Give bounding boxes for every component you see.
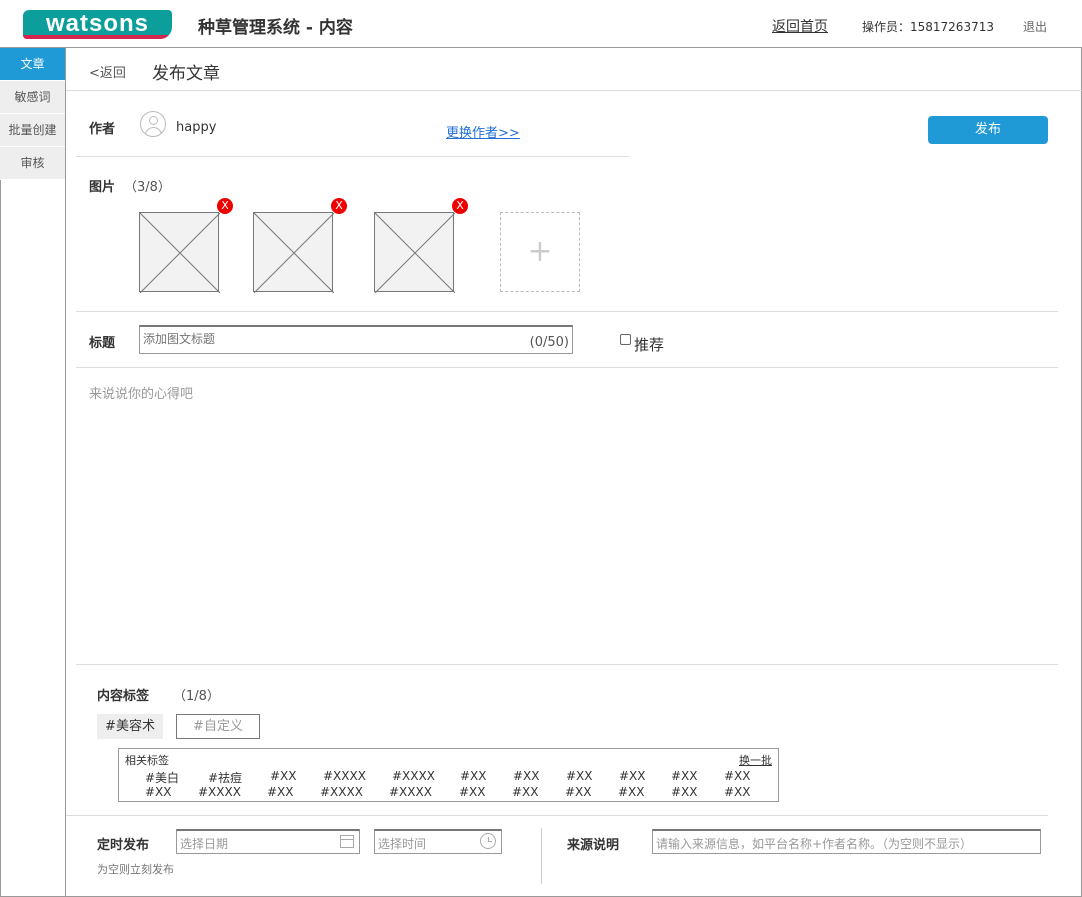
related-tag[interactable]: #XX [267, 785, 294, 799]
related-tag[interactable]: #XXXX [320, 785, 363, 799]
related-tag[interactable]: #XX [512, 785, 539, 799]
related-tag[interactable]: #XXXX [198, 785, 241, 799]
sidebar-item-batch-create[interactable]: 批量创建 [0, 114, 65, 147]
image-placeholder-icon [254, 213, 334, 293]
page-title: 发布文章 [152, 64, 220, 84]
related-tag[interactable]: #祛痘 [208, 769, 242, 786]
related-tag[interactable]: #XX [671, 785, 698, 799]
sidebar-item-sensitive-words[interactable]: 敏感词 [0, 81, 65, 114]
plus-icon: + [527, 234, 553, 269]
image-thumbnail[interactable] [374, 212, 455, 293]
user-avatar-icon [140, 111, 166, 137]
images-label: 图片 [89, 180, 116, 195]
related-tag[interactable]: #XXXX [389, 785, 432, 799]
title-field[interactable]: (0/50) [139, 325, 573, 354]
related-tag[interactable]: #XX [618, 785, 645, 799]
time-picker[interactable]: 选择时间 [374, 829, 502, 854]
related-tag[interactable]: #XX [565, 785, 592, 799]
image-thumbnail[interactable] [253, 212, 334, 293]
related-tag[interactable]: #XX [724, 785, 751, 799]
title-char-counter: (0/50) [529, 335, 569, 350]
remove-image-icon[interactable]: X [331, 198, 347, 214]
related-tag[interactable]: #XXXX [392, 769, 435, 783]
clock-icon[interactable] [480, 833, 496, 849]
divider [66, 815, 1048, 816]
calendar-icon[interactable] [340, 835, 354, 848]
related-tag[interactable]: #XX [513, 769, 540, 783]
related-tag[interactable]: #XX [619, 769, 646, 783]
image-placeholder-icon [140, 213, 220, 293]
sidebar-item-articles[interactable]: 文章 [0, 48, 65, 81]
related-tag[interactable]: #XXXX [323, 769, 366, 783]
schedule-label: 定时发布 [97, 838, 150, 853]
operator-info: 操作员：15817263713 [862, 20, 994, 34]
custom-tag-input[interactable]: #自定义 [176, 714, 260, 739]
title-label: 标题 [89, 336, 116, 351]
source-input[interactable]: 请输入来源信息，如平台名称+作者名称。（为空则不显示） [652, 829, 1041, 854]
related-tag[interactable]: #XX [145, 785, 172, 799]
divider [76, 664, 1058, 665]
sidebar: 文章 敏感词 批量创建 审核 [0, 48, 66, 897]
related-tag[interactable]: #XX [459, 785, 486, 799]
content-tags-label: 内容标签 [97, 689, 150, 704]
divider [76, 311, 1058, 312]
image-placeholder-icon [375, 213, 455, 293]
sidebar-item-review[interactable]: 审核 [0, 147, 65, 180]
home-link[interactable]: 返回首页 [772, 16, 828, 36]
source-label: 来源说明 [567, 838, 620, 853]
content-editor[interactable]: 来说说你的心得吧 [89, 383, 193, 402]
schedule-note: 为空则立刻发布 [97, 863, 174, 876]
author-label: 作者 [89, 122, 116, 137]
related-tags-title: 相关标签 [125, 754, 169, 767]
related-tag[interactable]: #XX [724, 769, 751, 783]
divider [76, 367, 1058, 368]
back-link[interactable]: <返回 [89, 62, 126, 81]
divider [76, 156, 629, 157]
add-image-button[interactable]: + [500, 212, 580, 292]
top-bar: watsons 种草管理系统 - 内容 返回首页 操作员：15817263713… [0, 0, 1082, 48]
remove-image-icon[interactable]: X [452, 198, 468, 214]
related-tag[interactable]: #美白 [145, 769, 179, 786]
app-title: 种草管理系统 - 内容 [198, 18, 353, 38]
related-tags-panel: 相关标签 换一批 #美白 #祛痘 #XX #XXXX #XXXX #XX #XX… [118, 748, 779, 802]
logout-link[interactable]: 退出 [1023, 18, 1047, 35]
time-placeholder: 选择时间 [378, 837, 427, 851]
date-picker[interactable]: 选择日期 [176, 829, 360, 854]
title-input[interactable] [143, 332, 513, 346]
refresh-tags-link[interactable]: 换一批 [739, 752, 772, 768]
related-tag[interactable]: #XX [270, 769, 297, 783]
related-tag[interactable]: #XX [460, 769, 487, 783]
recommend-checkbox[interactable] [620, 334, 631, 345]
related-tag[interactable]: #XX [671, 769, 698, 783]
page-header: <返回 发布文章 [66, 48, 1082, 91]
author-name: happy [176, 120, 217, 135]
image-thumbnail[interactable] [139, 212, 220, 293]
divider [541, 828, 542, 884]
publish-button[interactable]: 发布 [928, 116, 1048, 144]
images-count: （3/8） [124, 180, 171, 195]
change-author-link[interactable]: 更换作者>> [446, 122, 520, 141]
selected-tag-chip[interactable]: #美容术 [97, 714, 163, 739]
source-placeholder: 请输入来源信息，如平台名称+作者名称。（为空则不显示） [656, 837, 973, 851]
date-placeholder: 选择日期 [180, 837, 229, 851]
tags-count: （1/8） [173, 689, 220, 704]
related-tag[interactable]: #XX [566, 769, 593, 783]
remove-image-icon[interactable]: X [217, 198, 233, 214]
recommend-label[interactable]: 推荐 [634, 334, 664, 355]
watsons-logo[interactable]: watsons [23, 10, 172, 39]
